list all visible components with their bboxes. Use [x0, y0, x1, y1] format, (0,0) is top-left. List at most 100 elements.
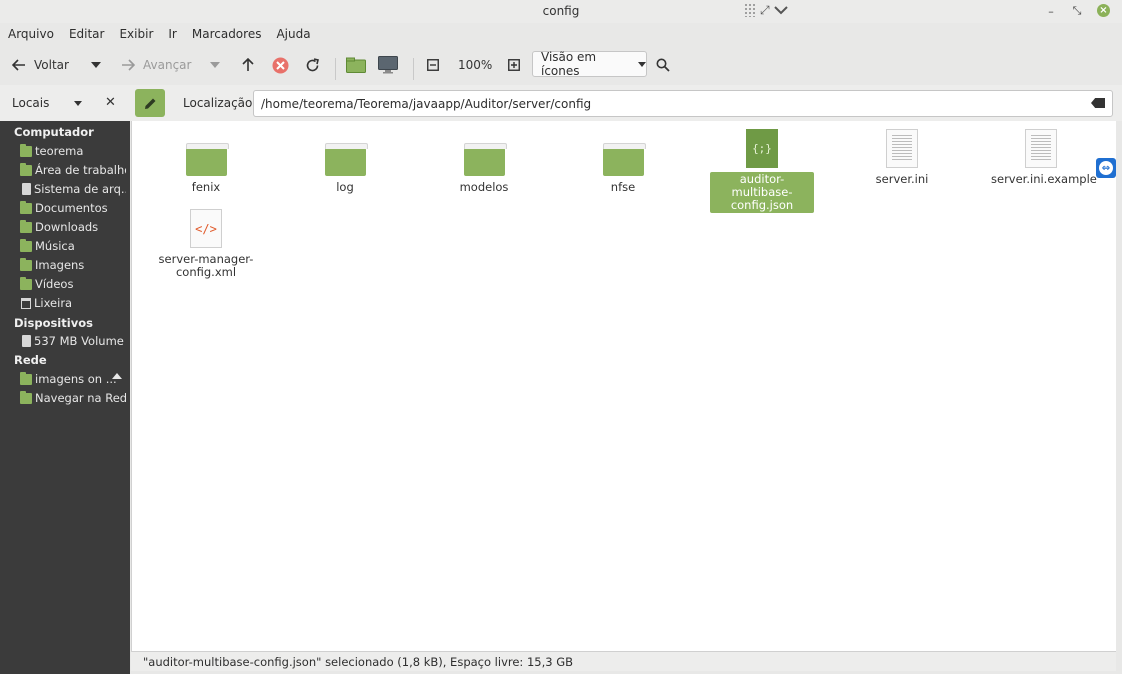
file-item[interactable]: fenix	[154, 131, 258, 195]
sidebar-selector-label: Locais	[12, 96, 50, 110]
file-item[interactable]: modelos	[432, 131, 536, 195]
computer-button[interactable]	[378, 50, 398, 80]
menu-arquivo[interactable]: Arquivo	[8, 27, 54, 41]
location-input[interactable]: /home/teorema/Teorema/javaapp/Auditor/se…	[253, 90, 1113, 117]
folder-icon	[185, 143, 229, 176]
menu-ir[interactable]: Ir	[168, 27, 176, 41]
expand-icon[interactable]: ⤢	[760, 3, 770, 18]
zoom-in-icon	[508, 59, 520, 71]
forward-label: Avançar	[143, 58, 192, 72]
file-item[interactable]: nfse	[571, 131, 675, 195]
file-view[interactable]: fenix log modelos nfse {;} auditor-multi…	[131, 121, 1116, 651]
file-item[interactable]: log	[293, 131, 397, 195]
file-item[interactable]: </> server-manager-config.xml	[154, 209, 258, 280]
file-name: server.ini.example	[991, 172, 1097, 186]
file-item-selected[interactable]: {;} auditor-multibase-config.json	[710, 121, 814, 213]
drive-icon	[22, 335, 31, 347]
menu-ajuda[interactable]: Ajuda	[276, 27, 310, 41]
xml-file-icon: </>	[190, 209, 222, 248]
folder-icon	[20, 238, 32, 252]
sidebar-item-browse-network[interactable]: Navegar na Rede	[20, 389, 126, 407]
folder-icon	[20, 162, 32, 176]
window-edge	[1116, 121, 1122, 674]
sidebar-item-label: 537 MB Volume	[34, 334, 124, 348]
file-name: fenix	[191, 180, 221, 194]
text-file-icon	[886, 129, 918, 168]
search-icon	[656, 58, 670, 72]
zoom-level[interactable]: 100%	[458, 50, 492, 80]
toggle-location-edit-button[interactable]	[135, 89, 165, 117]
reload-button[interactable]	[305, 50, 320, 80]
eject-icon[interactable]	[112, 373, 122, 379]
stop-button[interactable]	[272, 50, 289, 80]
menu-editar[interactable]: Editar	[69, 27, 105, 41]
remote-support-tab[interactable]: ⇔	[1096, 158, 1116, 200]
sidebar-item-teorema[interactable]: teorema	[20, 142, 126, 160]
window-grip[interactable]: ⤢	[744, 2, 792, 18]
file-name-line: auditor-multibase-	[731, 172, 793, 199]
view-mode-select[interactable]: Visão em ícones	[532, 50, 647, 78]
file-item[interactable]: server.ini.example	[989, 121, 1097, 187]
status-bar: "auditor-multibase-config.json" selecion…	[131, 651, 1116, 671]
sidebar-item-label: Navegar na Rede	[35, 391, 126, 405]
sidebar-item-videos[interactable]: Vídeos	[20, 275, 126, 293]
file-name: server.ini	[875, 172, 929, 186]
sidebar-item-filesystem[interactable]: Sistema de arq...	[20, 180, 126, 198]
chevron-down-icon[interactable]	[773, 5, 788, 15]
file-name-line: config.xml	[175, 265, 237, 279]
sidebar-item-label: Sistema de arq...	[34, 182, 126, 196]
minimize-button[interactable]: –	[1043, 3, 1059, 19]
sidebar-item-volume[interactable]: 537 MB Volume	[20, 332, 126, 350]
search-button[interactable]	[656, 50, 670, 80]
zoom-in-button[interactable]	[508, 50, 520, 80]
monitor-icon	[378, 56, 398, 74]
file-name-line: config.json	[730, 198, 794, 212]
back-history-dropdown[interactable]	[91, 50, 101, 80]
toolbar-separator	[335, 58, 336, 80]
sidebar-item-label: Música	[35, 239, 75, 253]
sidebar-item-label: Vídeos	[35, 277, 74, 291]
sidebar-item-trash[interactable]: Lixeira	[20, 294, 126, 312]
forward-button[interactable]: Avançar	[121, 50, 191, 80]
menu-bar: Arquivo Editar Exibir Ir Marcadores Ajud…	[0, 23, 1122, 45]
zoom-out-button[interactable]	[427, 50, 439, 80]
arrow-up-icon	[242, 58, 254, 71]
view-mode-label: Visão em ícones	[541, 50, 597, 78]
sidebar-item-documents[interactable]: Documentos	[20, 199, 126, 217]
file-name: nfse	[610, 180, 636, 194]
sidebar-item-label: imagens on ...	[35, 372, 117, 386]
sidebar-selector[interactable]: Locais ✕	[0, 85, 130, 121]
home-folder-icon	[346, 57, 366, 73]
sidebar-item-pictures[interactable]: Imagens	[20, 256, 126, 274]
maximize-button[interactable]: ⤡	[1069, 3, 1085, 19]
sidebar-item-desktop[interactable]: Área de trabalho	[20, 161, 126, 179]
remote-support-icon[interactable]: ⇔	[1096, 158, 1116, 178]
folder-icon	[20, 390, 32, 404]
home-button[interactable]	[346, 50, 366, 80]
folder-icon	[324, 143, 368, 176]
close-sidebar-icon[interactable]: ✕	[105, 95, 116, 110]
sidebar-item-downloads[interactable]: Downloads	[20, 218, 126, 236]
window-title: config	[542, 4, 580, 18]
close-button[interactable]: ×	[1097, 4, 1110, 17]
menu-marcadores[interactable]: Marcadores	[192, 27, 262, 41]
location-bar: Localização: /home/teorema/Teorema/javaa…	[130, 85, 1122, 121]
sidebar-item-music[interactable]: Música	[20, 237, 126, 255]
caret-down-icon	[210, 62, 220, 68]
stop-icon	[272, 57, 289, 73]
drag-handle-icon[interactable]	[744, 3, 756, 17]
forward-history-dropdown[interactable]	[210, 50, 220, 80]
reload-icon	[306, 57, 319, 71]
clear-location-icon[interactable]	[1091, 98, 1105, 108]
caret-down-icon[interactable]	[74, 101, 82, 106]
arrow-right-icon	[122, 59, 135, 71]
back-button[interactable]: Voltar	[12, 50, 69, 80]
file-name-line: server-manager-	[158, 252, 254, 266]
up-button[interactable]	[242, 50, 254, 80]
sidebar-item-label: teorema	[35, 144, 84, 158]
file-item[interactable]: server.ini	[850, 121, 954, 187]
status-text: "auditor-multibase-config.json" selecion…	[143, 654, 574, 669]
sidebar-item-network-share[interactable]: imagens on ...	[20, 370, 126, 388]
sidebar-item-label: Documentos	[35, 201, 108, 215]
menu-exibir[interactable]: Exibir	[119, 27, 153, 41]
